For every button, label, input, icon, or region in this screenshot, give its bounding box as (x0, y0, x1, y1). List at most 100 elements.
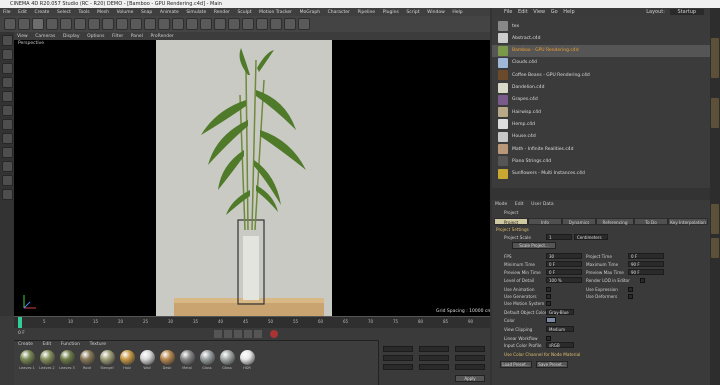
viewport-menu-filter[interactable]: Filter (112, 34, 123, 39)
menu-render[interactable]: Render (214, 10, 230, 15)
render-lod-checkbox[interactable] (640, 278, 645, 283)
default-color-dropdown[interactable]: Gray-Blue (546, 309, 574, 315)
rot-h-field[interactable] (455, 346, 485, 352)
menu-simulate[interactable]: Simulate (186, 10, 206, 15)
tab-referencing[interactable]: Referencing (596, 218, 634, 225)
material-item[interactable]: Glass (218, 350, 236, 370)
tab-project-settings[interactable]: Project Settings (494, 218, 528, 232)
side-tab-layers[interactable] (711, 238, 719, 258)
material-item[interactable]: Wall (138, 350, 156, 370)
tab-dynamics[interactable]: Dynamics (562, 218, 596, 225)
library-item[interactable]: Piano Strings.c4d (492, 155, 710, 167)
menu-create[interactable]: Create (34, 10, 49, 15)
redo-icon[interactable] (18, 18, 30, 30)
record-icon[interactable] (270, 330, 278, 338)
material-item[interactable]: Desk (158, 350, 176, 370)
array-icon[interactable] (242, 18, 254, 30)
library-item[interactable]: Hemp.c4d (492, 118, 710, 130)
material-menu-create[interactable]: Create (18, 342, 33, 347)
workplane-icon[interactable] (1, 77, 13, 88)
menu-edit[interactable]: Edit (18, 10, 27, 15)
timeline-ruler[interactable]: 0 5 10 15 20 25 30 35 40 45 50 55 60 65 … (14, 316, 490, 328)
library-item[interactable]: Dandelion.c4d (492, 82, 710, 94)
tab-todo[interactable]: To Do (634, 218, 668, 225)
use-deformers-checkbox[interactable] (628, 294, 633, 299)
apply-button[interactable]: Apply (455, 375, 485, 382)
size-x-field[interactable] (419, 346, 449, 352)
undo-icon[interactable] (4, 18, 16, 30)
material-item[interactable]: Leaves 3 (58, 350, 76, 370)
min-time-field[interactable]: 0 F (546, 261, 582, 267)
material-item[interactable]: Leaves 2 (38, 350, 56, 370)
material-item[interactable]: Root (78, 350, 96, 370)
y-axis-icon[interactable] (116, 18, 128, 30)
play-icon[interactable] (234, 330, 242, 338)
menu-select[interactable]: Select (57, 10, 71, 15)
viewport-menu-display[interactable]: Display (63, 34, 80, 39)
timeline-playhead[interactable] (18, 317, 22, 328)
pos-z-field[interactable] (383, 364, 413, 370)
fps-field[interactable]: 30 (546, 253, 582, 259)
viewport-menu-cameras[interactable]: Cameras (35, 34, 55, 39)
use-expression-checkbox[interactable] (628, 287, 633, 292)
render-view-icon[interactable] (158, 18, 170, 30)
cb-menu-edit[interactable]: Edit (518, 9, 528, 15)
coordinate-system-icon[interactable] (144, 18, 156, 30)
pen-icon[interactable] (214, 18, 226, 30)
menu-plugins[interactable]: Plugins (383, 10, 399, 15)
viewport-menu-prorender[interactable]: ProRender (151, 34, 174, 39)
go-start-icon[interactable] (214, 330, 222, 338)
menu-script[interactable]: Script (406, 10, 419, 15)
material-item[interactable]: Holz (118, 350, 136, 370)
material-item[interactable]: Glass (198, 350, 216, 370)
attr-menu-edit[interactable]: Edit (515, 202, 524, 207)
tweak-icon[interactable] (1, 147, 13, 158)
edges-mode-icon[interactable] (1, 105, 13, 116)
rot-p-field[interactable] (455, 355, 485, 361)
attr-menu-userdata[interactable]: User Data (531, 202, 553, 207)
library-item[interactable]: Bamboo - GPU Rendering.c4d (492, 44, 710, 57)
workplane-lock-icon[interactable] (1, 175, 13, 186)
save-preset-button[interactable]: Save Preset... (536, 361, 568, 368)
subdivision-icon[interactable] (228, 18, 240, 30)
cube-icon[interactable] (200, 18, 212, 30)
current-frame[interactable]: 0 F (18, 331, 25, 336)
rot-b-field[interactable] (455, 364, 485, 370)
menu-volume[interactable]: Volume (117, 10, 134, 15)
library-item[interactable]: Hairwisp.c4d (492, 106, 710, 118)
menu-file[interactable]: File (3, 10, 11, 15)
library-item[interactable]: tex (492, 20, 710, 32)
view-clipping-dropdown[interactable]: Medium (546, 326, 574, 332)
menu-animate[interactable]: Animate (160, 10, 179, 15)
material-menu-texture[interactable]: Texture (90, 342, 106, 347)
max-time-field[interactable]: 90 F (628, 261, 664, 267)
side-tab-attributes[interactable] (711, 204, 719, 234)
load-preset-button[interactable]: Load Preset... (500, 361, 532, 368)
viewport-menu-panel[interactable]: Panel (131, 34, 143, 39)
side-tab-structure[interactable] (711, 98, 719, 128)
library-item[interactable]: Sunflowers - Multi Instances.c4d (492, 168, 710, 180)
library-item[interactable]: Coffee Beans - GPU Rendering.c4d (492, 69, 710, 81)
model-mode-icon[interactable] (1, 49, 13, 60)
input-color-dropdown[interactable]: sRGB (546, 342, 574, 348)
viewport-menu-options[interactable]: Options (87, 34, 104, 39)
z-axis-icon[interactable] (130, 18, 142, 30)
cb-menu-file[interactable]: File (504, 9, 512, 15)
attr-menu-mode[interactable]: Mode (495, 202, 507, 207)
material-item[interactable]: Stengel (98, 350, 116, 370)
make-editable-icon[interactable] (1, 35, 13, 46)
menu-sculpt[interactable]: Sculpt (237, 10, 251, 15)
color-swatch[interactable] (546, 317, 556, 323)
project-time-field[interactable]: 0 F (628, 253, 664, 259)
rotate-icon[interactable] (74, 18, 86, 30)
material-menu-function[interactable]: Function (61, 342, 80, 347)
cb-menu-help[interactable]: Help (563, 9, 574, 15)
snapping-icon[interactable] (1, 161, 13, 172)
use-animation-checkbox[interactable] (546, 287, 551, 292)
enable-axis-icon[interactable] (1, 133, 13, 144)
layout-dropdown[interactable]: Startup (669, 9, 705, 15)
preview-min-field[interactable]: 0 F (546, 269, 582, 275)
bend-icon[interactable] (256, 18, 268, 30)
light-icon[interactable] (298, 18, 310, 30)
library-item[interactable]: Grapes.c4d (492, 94, 710, 106)
